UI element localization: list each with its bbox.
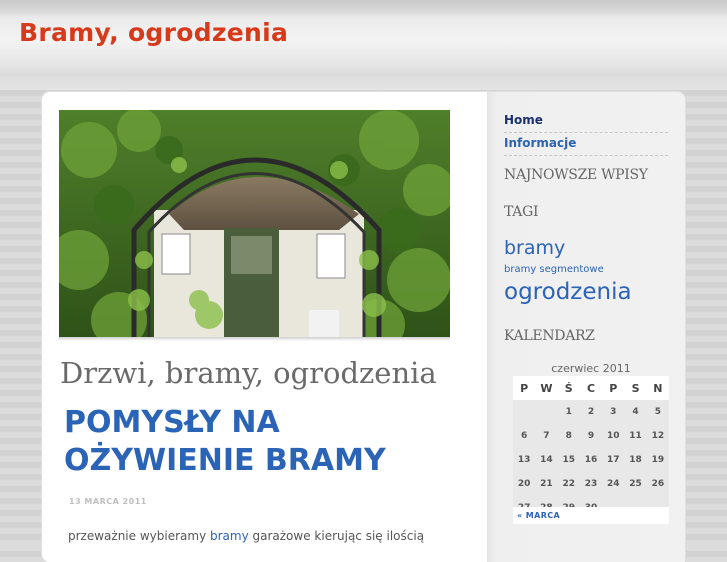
calendar-day: 17 [602,448,625,472]
excerpt-link-bramy[interactable]: bramy [210,529,249,543]
tag-bramy[interactable]: bramy [504,237,565,259]
tag-bramy-segmentowe[interactable]: bramy segmentowe [504,264,604,275]
blog-title: Drzwi, bramy, ogrodzenia [60,356,437,390]
tags-heading: TAGI [504,204,539,220]
weekday-header: Ś [557,376,580,400]
calendar-day [513,400,536,424]
calendar-prev-month-link[interactable]: « MARCA [513,507,669,524]
weekday-header: W [535,376,558,400]
calendar-day: 25 [624,472,647,496]
calendar-day: 13 [513,448,536,472]
calendar-day: 10 [602,424,625,448]
weekday-header: P [513,376,536,400]
tag-ogrodzenia[interactable]: ogrodzenia [504,279,632,305]
weekday-header: C [579,376,603,400]
weekday-header: P [602,376,625,400]
calendar-day: 15 [557,448,580,472]
calendar-day: 7 [535,424,558,448]
calendar-table: P W Ś C P S N 1 2 3 4 5 6 7 8 9 10 11 12… [513,376,669,520]
calendar-heading: KALENDARZ [504,328,595,344]
calendar-day: 18 [624,448,647,472]
post-date: 13 MARCA 2011 [69,497,147,506]
sidebar: Home Informacje NAJNOWSZE WPISY TAGI bra… [487,92,685,562]
calendar-day: 2 [579,400,603,424]
calendar-day: 9 [579,424,603,448]
weekday-header: N [646,376,669,400]
excerpt-text-before: przeważnie wybieramy [68,529,210,543]
post-excerpt: przeważnie wybieramy bramy garażowe kier… [68,529,424,543]
calendar-day: 20 [513,472,536,496]
post-title-link[interactable]: POMYSŁY NA OŻYWIENIE BRAMY [64,404,444,480]
calendar-day: 11 [624,424,647,448]
recent-posts-heading: NAJNOWSZE WPISY [504,167,648,183]
cottage-garden-image [59,110,450,337]
calendar-weekday-row: P W Ś C P S N [513,376,669,400]
image-shadow [59,337,450,341]
weekday-header: S [624,376,647,400]
calendar-day: 3 [602,400,625,424]
calendar-day: 21 [535,472,558,496]
calendar-day: 1 [557,400,580,424]
nav-item-home[interactable]: Home [504,113,668,133]
calendar-day: 22 [557,472,580,496]
calendar-day: 23 [579,472,603,496]
calendar-day: 6 [513,424,536,448]
calendar-week-row: 1 2 3 4 5 [513,400,669,424]
calendar-day: 8 [557,424,580,448]
nav-item-informacje[interactable]: Informacje [504,136,668,156]
calendar-day [535,400,558,424]
calendar-day: 24 [602,472,625,496]
calendar-day: 4 [624,400,647,424]
calendar-day: 16 [579,448,603,472]
header-bar: Bramy, ogrodzenia [0,0,727,90]
page-container: Drzwi, bramy, ogrodzenia POMYSŁY NA OŻYW… [42,92,685,562]
calendar-caption: czerwiec 2011 [551,362,631,375]
calendar-day: 14 [535,448,558,472]
calendar-day: 19 [646,448,669,472]
excerpt-text-after: garażowe kierując się ilością [248,529,425,543]
calendar-week-row: 20 21 22 23 24 25 26 [513,472,669,496]
calendar-day: 12 [646,424,669,448]
calendar-day: 26 [646,472,669,496]
header-image [59,110,450,337]
calendar-week-row: 13 14 15 16 17 18 19 [513,448,669,472]
calendar-week-row: 6 7 8 9 10 11 12 [513,424,669,448]
calendar-day: 5 [646,400,669,424]
site-title[interactable]: Bramy, ogrodzenia [19,18,288,47]
